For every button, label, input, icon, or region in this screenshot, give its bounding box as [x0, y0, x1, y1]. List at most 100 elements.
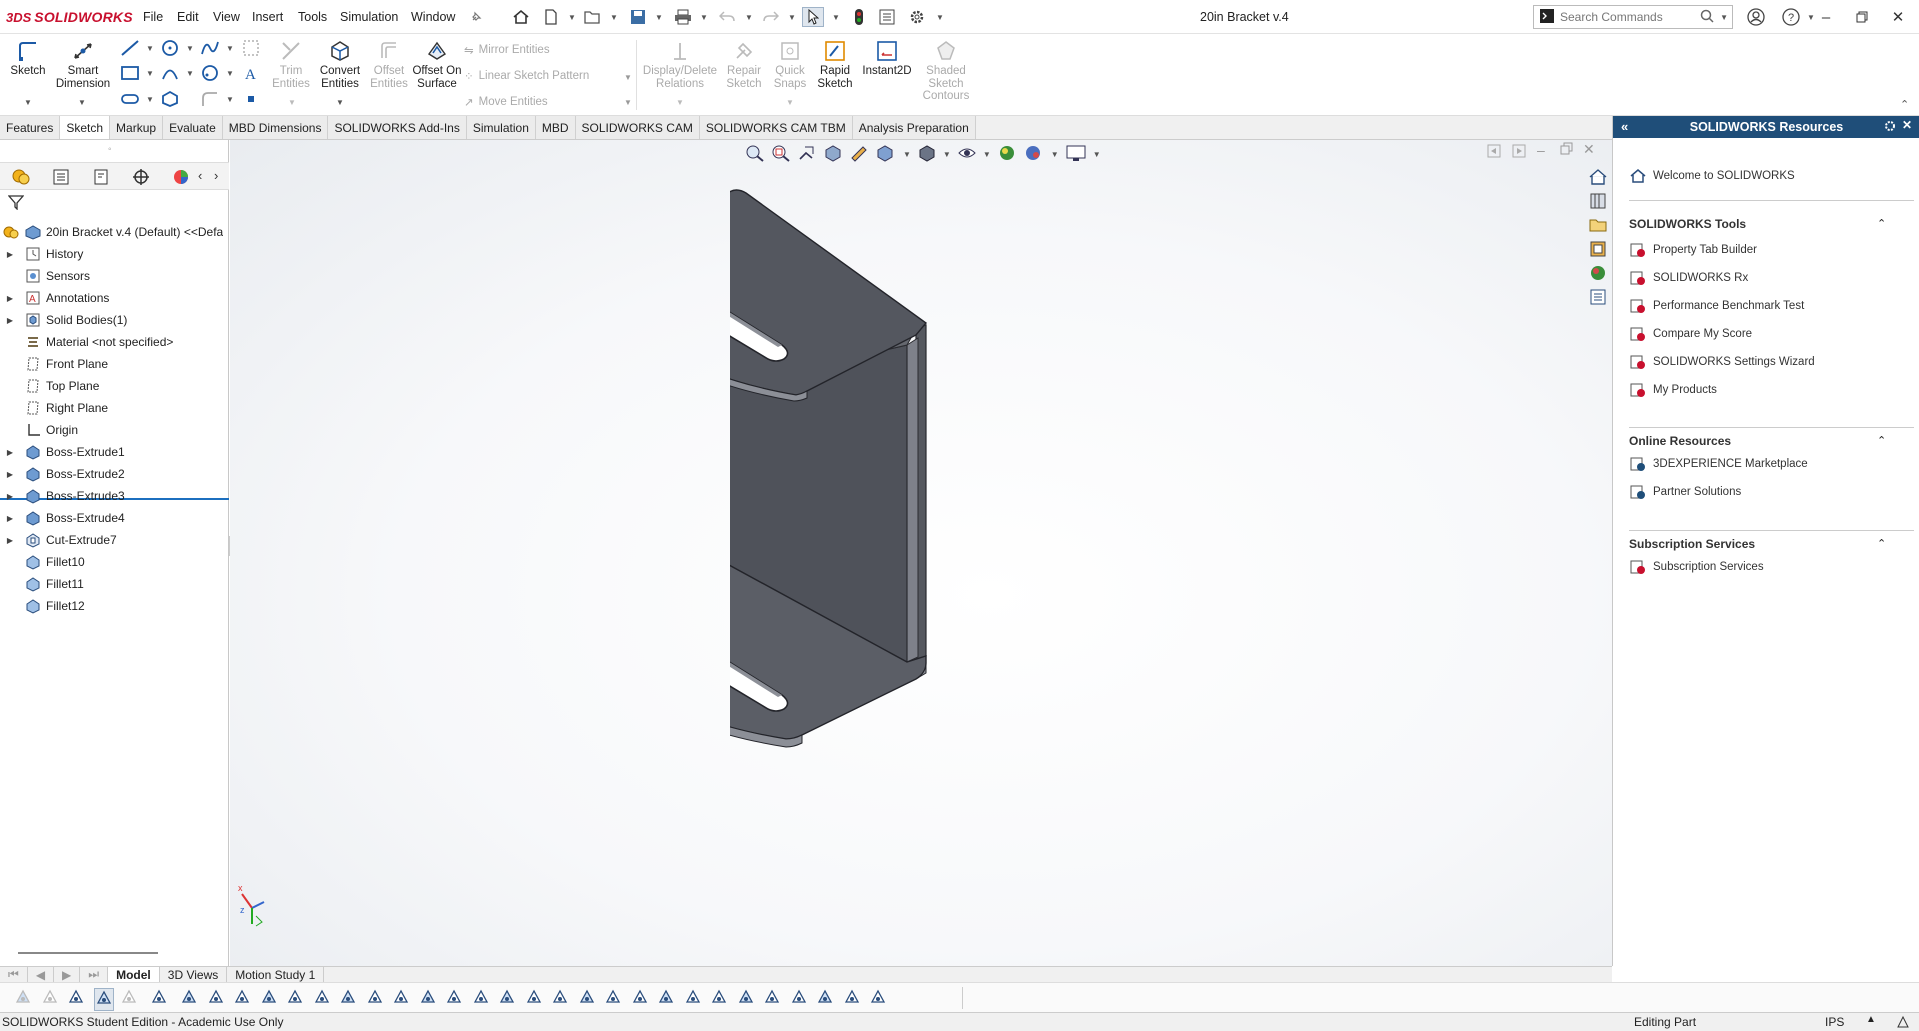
search-icon[interactable]: [1700, 9, 1714, 26]
tab-simulation[interactable]: Simulation: [466, 116, 536, 139]
print-icon[interactable]: [672, 7, 694, 27]
mirror-entities-tool[interactable]: ⇋ Mirror Entities: [464, 40, 550, 60]
welcome-link[interactable]: Welcome to SOLIDWORKS: [1629, 166, 1795, 186]
section-view-icon[interactable]: [823, 144, 843, 165]
tree-item-fillet12[interactable]: Fillet12: [0, 595, 229, 617]
dynamic-annotation-views-icon[interactable]: [849, 144, 869, 165]
resource-link-performance-benchmark-test[interactable]: Performance Benchmark Test: [1629, 296, 1804, 316]
chevron-down-icon[interactable]: ▼: [288, 98, 296, 107]
resource-link-compare-my-score[interactable]: Compare My Score: [1629, 324, 1752, 344]
units-chevron-up-icon[interactable]: ▲: [1866, 1014, 1876, 1025]
filter-axes-icon[interactable]: [180, 988, 198, 1009]
filter-routing-points-icon[interactable]: [763, 988, 781, 1009]
construction-geometry-icon[interactable]: [242, 39, 260, 60]
chevron-down-icon[interactable]: ▼: [336, 98, 344, 107]
filter-midpoints-icon[interactable]: [392, 988, 410, 1009]
configuration-manager-tab-icon[interactable]: [84, 166, 118, 188]
task-pane-settings-icon[interactable]: [1883, 119, 1897, 136]
chevron-down-icon[interactable]: ▼: [624, 98, 632, 107]
arc-icon[interactable]: [160, 64, 180, 85]
select-cursor-icon[interactable]: [802, 7, 824, 27]
viewport-close-icon[interactable]: ✕: [1583, 141, 1595, 158]
pin-icon[interactable]: [465, 7, 487, 27]
solidworks-tools-heading[interactable]: SOLIDWORKS Tools: [1629, 217, 1746, 231]
tree-item-boss-extrude4[interactable]: ▶ Boss-Extrude4: [0, 507, 229, 529]
line-icon[interactable]: [120, 39, 140, 60]
expand-arrow-icon[interactable]: ▶: [4, 492, 16, 501]
tree-item-boss-extrude1[interactable]: ▶ Boss-Extrude1: [0, 441, 229, 463]
scroll-tabs-next-icon[interactable]: ▶: [54, 966, 81, 983]
resource-link-3dexperience-marketplace[interactable]: 3DEXPERIENCE Marketplace: [1629, 454, 1808, 474]
restore-icon[interactable]: [1848, 6, 1876, 28]
menu-file[interactable]: File: [143, 10, 163, 24]
tree-item-sensors[interactable]: Sensors: [0, 265, 229, 287]
offset-on-surface-tool[interactable]: Offset On Surface: [412, 38, 462, 112]
chevron-down-icon[interactable]: ▼: [745, 13, 753, 22]
chevron-right-icon[interactable]: ›: [214, 168, 218, 183]
minimize-icon[interactable]: –: [1812, 6, 1840, 28]
appearances-tab-icon[interactable]: [1589, 264, 1607, 285]
chevron-down-icon[interactable]: ▼: [1720, 13, 1728, 22]
user-account-icon[interactable]: [1742, 6, 1770, 28]
tree-item-annotations[interactable]: ▶ A Annotations: [0, 287, 229, 309]
expand-arrow-icon[interactable]: ▶: [4, 470, 16, 479]
chevron-down-icon[interactable]: ▼: [700, 13, 708, 22]
viewport-minimize-icon[interactable]: –: [1537, 142, 1545, 158]
tab-solidworks-cam-tbm[interactable]: SOLIDWORKS CAM TBM: [699, 116, 853, 139]
tree-item-history[interactable]: ▶ History: [0, 243, 229, 265]
polygon-shape-icon[interactable]: [160, 90, 180, 111]
pin-task-pane-icon[interactable]: ✕: [1902, 118, 1912, 132]
rapid-sketch-tool[interactable]: Rapid Sketch: [810, 38, 860, 112]
select-disabled-icon[interactable]: [120, 988, 138, 1009]
customize-status-icon[interactable]: [1896, 1015, 1912, 1031]
zoom-to-fit-icon[interactable]: [745, 144, 765, 165]
chevron-down-icon[interactable]: ▼: [903, 150, 911, 159]
tab-mbd-dimensions[interactable]: MBD Dimensions: [222, 116, 329, 139]
menu-view[interactable]: View: [213, 10, 240, 24]
feature-manager-tab-icon[interactable]: [4, 166, 38, 188]
filter-dowel-pins-icon[interactable]: [710, 988, 728, 1009]
tab-motion-study-1[interactable]: Motion Study 1: [227, 966, 325, 983]
filter-stop-icon[interactable]: [843, 988, 861, 1009]
tree-item-front-plane[interactable]: Front Plane: [0, 353, 229, 375]
units-selector[interactable]: IPS: [1825, 1015, 1844, 1029]
rectangle-icon[interactable]: [120, 64, 140, 85]
shaded-sketch-contours-tool[interactable]: Shaded Sketch Contours: [920, 38, 972, 112]
polygon-icon[interactable]: [200, 64, 220, 85]
filter-cosmetic-threads-icon[interactable]: [684, 988, 702, 1009]
chevron-left-icon[interactable]: ‹: [198, 168, 202, 183]
view-orientation-icon[interactable]: [875, 144, 897, 165]
scroll-tabs-first-icon[interactable]: ⏮: [0, 966, 28, 983]
display-manager-tab-icon[interactable]: [164, 166, 198, 188]
chevron-down-icon[interactable]: ▼: [186, 69, 194, 78]
zoom-to-area-icon[interactable]: [771, 144, 791, 165]
redo-icon[interactable]: [760, 7, 782, 27]
chevron-down-icon[interactable]: ▼: [1051, 150, 1059, 159]
chevron-down-icon[interactable]: ▼: [226, 44, 234, 53]
chevron-down-icon[interactable]: ▼: [146, 44, 154, 53]
new-document-icon[interactable]: [540, 7, 562, 27]
tab-sketch[interactable]: Sketch: [60, 116, 111, 139]
text-icon[interactable]: A: [242, 64, 260, 85]
circle-icon[interactable]: [160, 39, 180, 60]
solidworks-logo[interactable]: 3DS SOLIDWORKS: [6, 7, 133, 27]
display-style-icon[interactable]: [917, 144, 937, 165]
chevron-down-icon[interactable]: ▼: [610, 13, 618, 22]
chevron-down-icon[interactable]: ▼: [786, 98, 794, 107]
chevron-down-icon[interactable]: ▼: [186, 44, 194, 53]
point-icon[interactable]: [244, 92, 258, 109]
chevron-down-icon[interactable]: ▼: [936, 13, 944, 22]
tab-mbd[interactable]: MBD: [535, 116, 576, 139]
filter-gtol-icon[interactable]: [631, 988, 649, 1009]
tab-analysis-preparation[interactable]: Analysis Preparation: [852, 116, 976, 139]
expand-arrow-icon[interactable]: ▶: [4, 316, 16, 325]
chevron-down-icon[interactable]: ▼: [676, 98, 684, 107]
file-explorer-tab-icon[interactable]: [1589, 216, 1607, 237]
property-manager-tab-icon[interactable]: [44, 166, 78, 188]
filter-toolbar-icon[interactable]: [14, 988, 32, 1009]
tab-solidworks-cam[interactable]: SOLIDWORKS CAM: [575, 116, 700, 139]
tab-solidworks-add-ins[interactable]: SOLIDWORKS Add-Ins: [328, 116, 467, 139]
search-input[interactable]: Search Commands: [1560, 10, 1694, 24]
menu-tools[interactable]: Tools: [298, 10, 327, 24]
tab-model[interactable]: Model: [108, 966, 160, 983]
